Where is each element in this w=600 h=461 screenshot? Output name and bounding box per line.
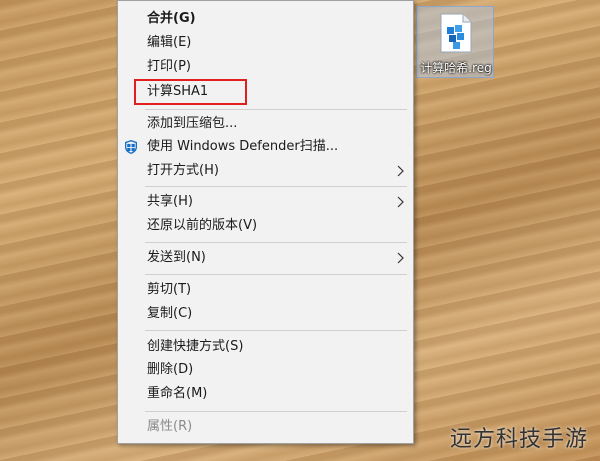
menu-separator: [145, 411, 407, 412]
menu-separator: [145, 186, 407, 187]
menu-item-restore-previous[interactable]: 还原以前的版本(V): [118, 215, 413, 237]
chevron-right-icon: [397, 165, 404, 177]
windows-defender-shield-icon: [125, 140, 137, 154]
chevron-right-icon: [397, 196, 404, 208]
desktop-file-selected[interactable]: 计算哈希.reg: [416, 6, 494, 78]
menu-item-print[interactable]: 打印(P): [118, 56, 413, 78]
chevron-right-icon: [397, 252, 404, 264]
menu-item-open-with[interactable]: 打开方式(H): [118, 160, 413, 182]
menu-item-create-shortcut[interactable]: 创建快捷方式(S): [118, 336, 413, 358]
menu-item-copy[interactable]: 复制(C): [118, 303, 413, 325]
menu-item-send-to[interactable]: 发送到(N): [118, 247, 413, 269]
menu-item-properties[interactable]: 属性(R): [118, 416, 413, 438]
menu-item-delete[interactable]: 删除(D): [118, 359, 413, 381]
menu-separator: [145, 242, 407, 243]
menu-item-defender-label: 使用 Windows Defender扫描...: [147, 139, 339, 154]
desktop-file-label: 计算哈希.reg: [420, 61, 492, 75]
menu-separator: [145, 330, 407, 331]
context-menu: 合并(G) 编辑(E) 打印(P) 计算SHA1 添加到压缩包... 使用 Wi…: [117, 0, 414, 444]
menu-separator: [145, 109, 407, 110]
registry-file-icon: [440, 13, 472, 53]
menu-item-open-with-label: 打开方式(H): [147, 163, 219, 178]
menu-item-merge[interactable]: 合并(G): [118, 8, 413, 30]
menu-separator: [145, 274, 407, 275]
menu-item-share-label: 共享(H): [147, 194, 193, 209]
menu-item-edit[interactable]: 编辑(E): [118, 32, 413, 54]
menu-item-share[interactable]: 共享(H): [118, 191, 413, 213]
menu-item-cut[interactable]: 剪切(T): [118, 279, 413, 301]
menu-item-rename[interactable]: 重命名(M): [118, 383, 413, 405]
menu-item-compute-sha1[interactable]: 计算SHA1: [118, 81, 413, 103]
menu-item-send-to-label: 发送到(N): [147, 250, 206, 265]
menu-item-add-to-archive[interactable]: 添加到压缩包...: [118, 113, 413, 135]
watermark-text: 远方科技手游: [449, 427, 588, 452]
menu-item-defender-scan[interactable]: 使用 Windows Defender扫描...: [118, 136, 413, 158]
desktop-background: 计算哈希.reg 合并(G) 编辑(E) 打印(P) 计算SHA1 添加到压缩包…: [0, 0, 600, 461]
